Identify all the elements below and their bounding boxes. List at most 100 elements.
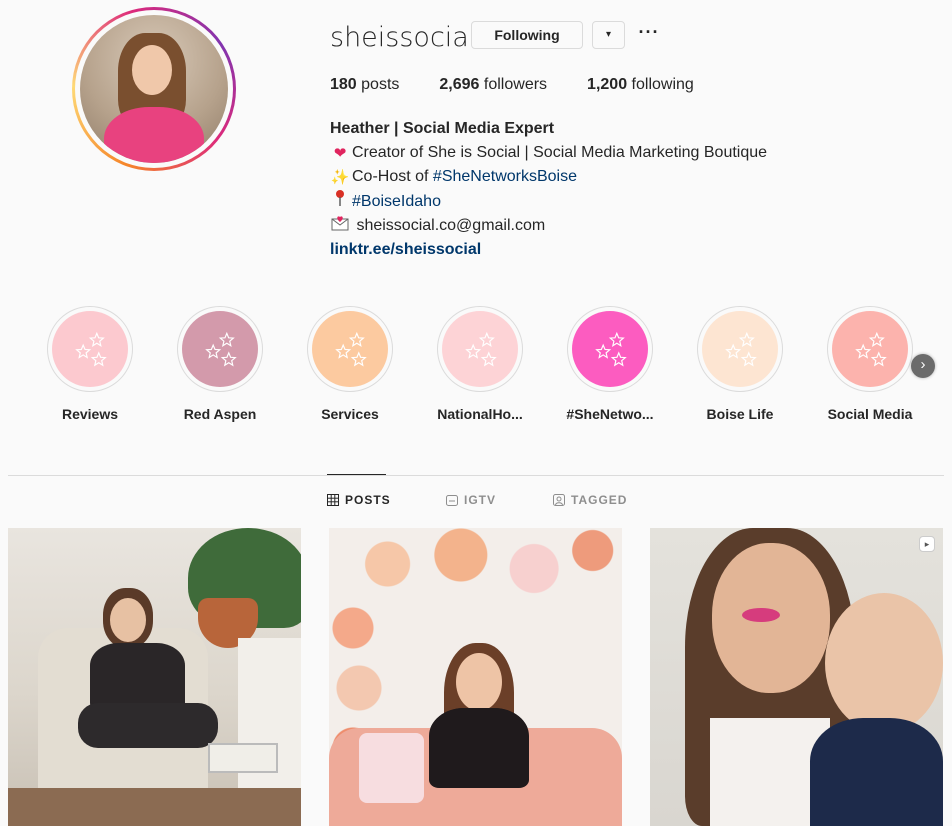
sparkles-icon: ✨ [330,168,350,186]
highlight-ring [567,306,653,392]
highlight-label: #SheNetwo... [566,406,654,422]
envelope-icon-svg [331,216,349,231]
followers-label: followers [483,76,548,93]
tab-tagged-label: TAGGED [571,493,628,507]
posts-count: 180 [330,76,357,93]
star-shape [740,351,757,367]
highlight-ring [177,306,263,392]
star-shape [478,331,495,348]
tab-igtv-label: IGTV [464,493,497,507]
post-thumbnail[interactable] [329,528,622,826]
avatar-shirt [104,107,204,163]
tab-igtv[interactable]: IGTV [446,493,496,507]
star-shape [218,331,235,348]
star-shape [348,331,365,348]
followers-stat[interactable]: 2,696 followers [439,76,547,94]
highlight-social-media[interactable]: Social Media [815,306,925,422]
suggested-dropdown-button[interactable]: ▾ [592,21,625,49]
highlight-label: NationalHo... [437,406,523,422]
profile-website-link[interactable]: linktr.ee/sheissocial [330,238,767,262]
avatar-gap [75,10,233,168]
star-shape [220,351,237,367]
star-shape [870,351,887,367]
tab-posts[interactable]: POSTS [327,493,391,507]
posts-count-stat: 180 posts [330,76,399,94]
hashtag-boiseidaho-link[interactable]: #BoiseIdaho [352,190,441,214]
highlight-red-aspen[interactable]: Red Aspen [165,306,275,422]
star-shape [738,331,755,348]
star-shape [75,343,92,359]
profile-bio: Heather | Social Media Expert ❤ Creator … [330,117,767,262]
heart-icon: ❤ [333,144,347,162]
tab-posts-label: POSTS [345,493,391,507]
tab-tagged[interactable]: TAGGED [553,493,627,507]
post-laptop [208,743,278,773]
active-tab-indicator [327,474,386,475]
bio-line-location: #BoiseIdaho [330,189,767,214]
post-thumbnail[interactable]: ▸ [650,528,943,826]
following-stat[interactable]: 1,200 following [587,76,694,94]
highlight-label: Red Aspen [183,406,257,422]
hashtag-shenetworksboise-link[interactable]: #SheNetworksBoise [433,165,577,189]
highlight-shenetworks[interactable]: #SheNetwo... [555,306,665,422]
grid-icon [327,494,339,506]
following-label: following [631,76,694,93]
star-shape [610,351,627,367]
highlights-next-button[interactable]: › [911,354,935,378]
highlight-cover [312,311,388,387]
more-options-button[interactable]: ··· [637,23,661,44]
highlight-reviews[interactable]: Reviews [35,306,145,422]
bio-line-email: sheissocial.co@gmail.com [330,214,767,238]
post-person-top-front [429,708,529,788]
post-person-lips [742,608,780,622]
highlight-label: Boise Life [706,406,774,422]
stars-icon [595,331,627,367]
profile-tabs: POSTS IGTV TAGGED [0,493,952,513]
highlight-cover [572,311,648,387]
post-rug [8,788,301,826]
profile-username: sheissocial [330,22,477,53]
post-person-legs [78,703,218,748]
following-button[interactable]: Following [471,21,583,49]
profile-avatar-ring[interactable] [72,7,236,171]
star-shape [465,343,482,359]
chevron-down-icon: ▾ [605,29,612,40]
star-shape [855,343,872,359]
star-shape [335,343,352,359]
bio-cohost-prefix: Co-Host of [352,168,433,185]
star-shape [725,343,742,359]
highlight-cover [702,311,778,387]
star-shape [608,331,625,348]
stars-icon [75,331,107,367]
star-shape [868,331,885,348]
highlight-boise-life[interactable]: Boise Life [685,306,795,422]
bio-line-cohost: ✨ Co-Host of #SheNetworksBoise [330,165,767,189]
post-pillow [359,733,424,803]
stars-icon [855,331,887,367]
envelope-icon [330,214,350,238]
avatar[interactable] [80,15,228,163]
star-shape [88,331,105,348]
stars-icon [205,331,237,367]
following-count: 1,200 [587,76,628,93]
highlight-label: Services [321,406,379,422]
highlight-cover [442,311,518,387]
posts-label: posts [361,76,400,93]
star-shape [595,343,612,359]
stars-icon [725,331,757,367]
stars-icon [335,331,367,367]
highlight-ring [697,306,783,392]
highlight-nationalho[interactable]: NationalHo... [425,306,535,422]
profile-stats: 180 posts 2,696 followers 1,200 followin… [330,76,734,94]
bio-creator-text: Creator of She is Social | Social Media … [352,144,768,161]
post-person-face [110,598,146,642]
igtv-icon [446,495,458,506]
star-shape [480,351,497,367]
post-person-face [456,653,502,711]
story-highlights: Reviews Red Aspen Services NationalHo...… [0,306,952,436]
star-shape [90,351,107,367]
highlight-services[interactable]: Services [295,306,405,422]
post-thumbnail[interactable] [8,528,301,826]
highlight-label: Reviews [61,406,119,422]
bio-line-creator: ❤ Creator of She is Social | Social Medi… [330,141,767,165]
